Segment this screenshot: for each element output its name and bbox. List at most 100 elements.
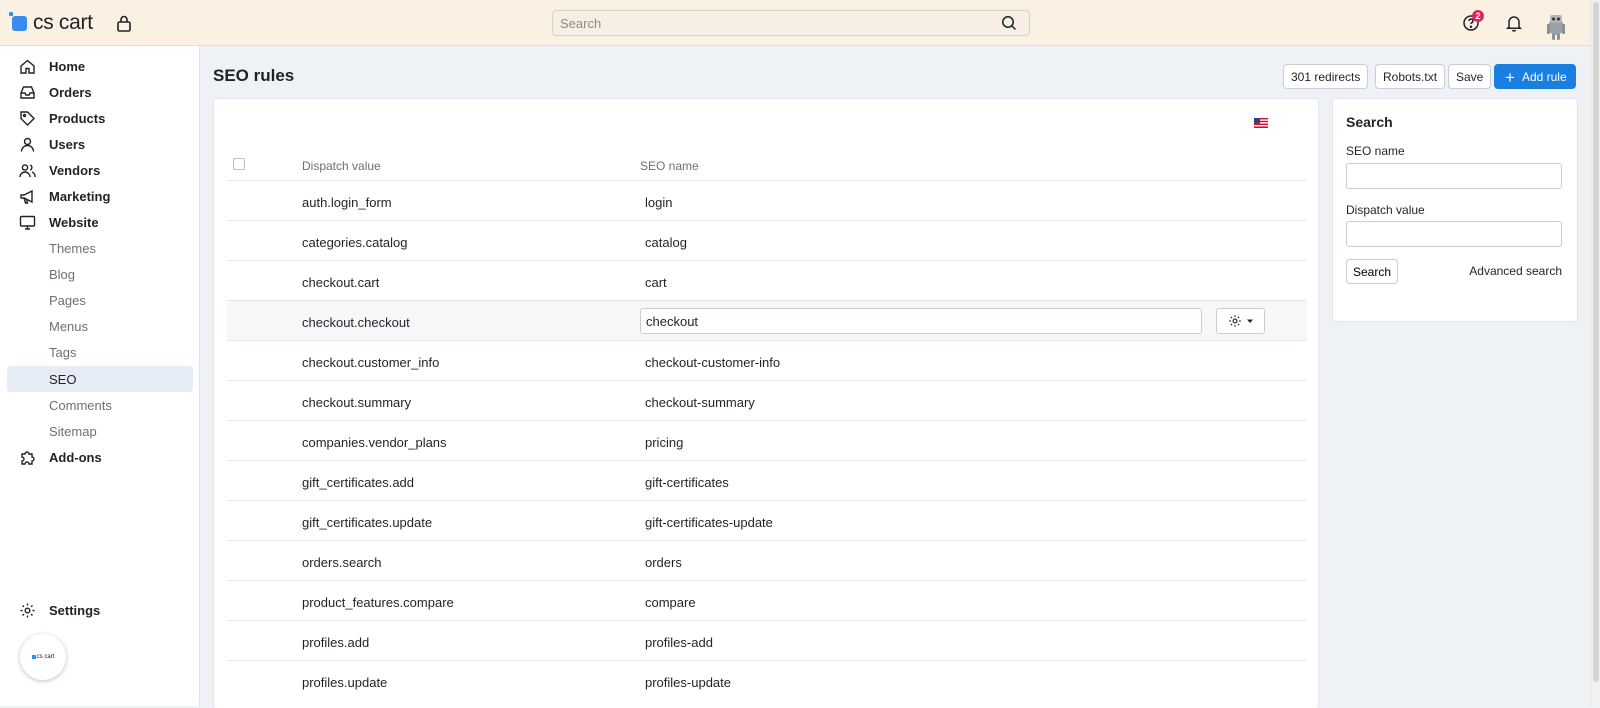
- notification-badge: 2: [1472, 10, 1484, 22]
- sidebar-item-label: Orders: [49, 85, 92, 100]
- cs-cart-mini-logo[interactable]: cs cart: [20, 634, 66, 680]
- seo-name-search-input[interactable]: [1346, 163, 1562, 189]
- search-button[interactable]: Search: [1346, 259, 1399, 284]
- sidebar-item-label: Add-ons: [49, 450, 102, 465]
- seo-name[interactable]: checkout-customer-info: [645, 355, 780, 370]
- seo-name[interactable]: gift-certificates: [645, 475, 729, 490]
- add-rule-button[interactable]: + Add rule: [1494, 64, 1576, 89]
- dispatch-value: gift_certificates.update: [302, 515, 433, 530]
- table-row[interactable]: product_features.compare compare: [227, 580, 1307, 620]
- sidebar-item-vendors[interactable]: Vendors: [7, 157, 193, 183]
- table-row[interactable]: profiles.update profiles-update: [227, 660, 1307, 700]
- bell-icon[interactable]: [1505, 14, 1523, 32]
- dispatch-value: checkout.checkout: [302, 315, 410, 330]
- table-row[interactable]: checkout.customer_info checkout-customer…: [227, 340, 1307, 380]
- seo-name-label: SEO name: [1346, 144, 1405, 158]
- sidebar-item-themes[interactable]: Themes: [7, 235, 193, 261]
- dispatch-value: gift_certificates.add: [302, 475, 415, 490]
- scrollbar-thumb[interactable]: [1593, 2, 1599, 682]
- dispatch-value: profiles.add: [302, 635, 370, 650]
- seo-name[interactable]: profiles-add: [645, 635, 713, 650]
- sidebar-item-home[interactable]: Home: [7, 53, 193, 79]
- table-row[interactable]: gift_certificates.add gift-certificates: [227, 460, 1307, 500]
- sidebar-item-pages[interactable]: Pages: [7, 287, 193, 313]
- page-scrollbar[interactable]: [1590, 0, 1600, 706]
- seo-rules-panel: Dispatch value SEO name auth.login_form …: [213, 98, 1319, 708]
- seo-name[interactable]: login: [645, 195, 672, 210]
- sidebar-item-label: Tags: [49, 345, 77, 360]
- mini-logo-text: cs cart: [36, 654, 55, 660]
- sidebar-item-label: Products: [49, 111, 106, 126]
- global-search-input[interactable]: [553, 11, 973, 35]
- top-bar: cs cart 2: [0, 0, 1590, 46]
- seo-name[interactable]: compare: [645, 595, 696, 610]
- seo-name[interactable]: orders: [645, 555, 682, 570]
- sidebar-item-orders[interactable]: Orders: [7, 79, 193, 105]
- sidebar-item-label: Comments: [49, 398, 112, 413]
- mini-logo-mark-icon: [31, 655, 36, 659]
- sidebar-item-label: Blog: [49, 267, 76, 282]
- seo-name[interactable]: gift-certificates-update: [645, 515, 773, 530]
- select-all-checkbox[interactable]: [233, 158, 245, 170]
- sidebar-item-users[interactable]: Users: [7, 131, 193, 157]
- column-header-seo-name[interactable]: SEO name: [640, 159, 699, 173]
- megaphone-icon: [20, 189, 33, 204]
- sidebar-item-seo[interactable]: SEO: [7, 366, 193, 392]
- table-row[interactable]: checkout.cart cart: [227, 260, 1307, 300]
- sidebar-item-website[interactable]: Website: [7, 209, 193, 235]
- tag-icon: [20, 111, 35, 126]
- table-row[interactable]: companies.vendor_plans pricing: [227, 420, 1307, 460]
- sidebar-item-blog[interactable]: Blog: [7, 261, 193, 287]
- table-row[interactable]: checkout.summary checkout-summary: [227, 380, 1307, 420]
- sidebar-item-settings[interactable]: Settings: [7, 597, 193, 623]
- users-icon: [19, 164, 36, 178]
- user-avatar[interactable]: [1541, 10, 1571, 40]
- table-row[interactable]: profiles.add profiles-add: [227, 620, 1307, 660]
- sidebar-item-addons[interactable]: Add-ons: [7, 444, 193, 470]
- seo-name[interactable]: cart: [645, 275, 667, 290]
- table-row[interactable]: orders.search orders: [227, 540, 1307, 580]
- table-row[interactable]: auth.login_form login: [227, 180, 1307, 220]
- column-header-dispatch[interactable]: Dispatch value: [302, 159, 381, 173]
- sidebar-item-comments[interactable]: Comments: [7, 392, 193, 418]
- home-icon: [20, 59, 35, 74]
- sidebar-item-label: Marketing: [49, 189, 111, 204]
- robots-txt-button[interactable]: Robots.txt: [1375, 64, 1446, 89]
- search-icon[interactable]: [1001, 15, 1017, 31]
- dispatch-value: companies.vendor_plans: [302, 435, 447, 450]
- dispatch-value-search-input[interactable]: [1346, 221, 1562, 247]
- sidebar-item-label: Themes: [49, 241, 96, 256]
- dispatch-value: checkout.customer_info: [302, 355, 440, 370]
- sidebar-item-label: Website: [49, 215, 99, 230]
- seo-name-input[interactable]: [640, 308, 1202, 334]
- save-button[interactable]: Save: [1448, 64, 1492, 89]
- table-row[interactable]: categories.catalog catalog: [227, 220, 1307, 260]
- seo-name[interactable]: pricing: [645, 435, 683, 450]
- sidebar-item-products[interactable]: Products: [7, 105, 193, 131]
- us-flag-icon[interactable]: [1254, 118, 1268, 128]
- seo-name[interactable]: profiles-update: [645, 675, 731, 690]
- cs-cart-logo[interactable]: cs cart: [9, 11, 93, 35]
- seo-name[interactable]: checkout-summary: [645, 395, 755, 410]
- lock-icon[interactable]: [114, 13, 134, 33]
- sidebar-item-label: Users: [49, 137, 86, 152]
- search-panel-title: Search: [1346, 114, 1393, 130]
- dispatch-value-label: Dispatch value: [1346, 203, 1425, 217]
- sidebar-item-menus[interactable]: Menus: [7, 313, 193, 339]
- dispatch-value: profiles.update: [302, 675, 388, 690]
- row-actions-button[interactable]: [1216, 308, 1265, 334]
- dispatch-value: checkout.cart: [302, 275, 380, 290]
- table-row[interactable]: gift_certificates.update gift-certificat…: [227, 500, 1307, 540]
- 301-redirects-button[interactable]: 301 redirects: [1283, 64, 1369, 89]
- inbox-icon: [20, 86, 35, 99]
- avatar-robot-icon: [1547, 15, 1565, 40]
- advanced-search-link[interactable]: Advanced search: [1469, 264, 1562, 278]
- table-row-editing[interactable]: checkout.checkout: [227, 300, 1307, 340]
- seo-name[interactable]: catalog: [645, 235, 687, 250]
- sidebar-item-label: Vendors: [49, 163, 101, 178]
- logo-text: cs cart: [33, 11, 93, 34]
- sidebar-item-tags[interactable]: Tags: [7, 339, 193, 365]
- sidebar-item-marketing[interactable]: Marketing: [7, 183, 193, 209]
- sidebar-item-label: Sitemap: [49, 424, 97, 439]
- sidebar-item-sitemap[interactable]: Sitemap: [7, 418, 193, 444]
